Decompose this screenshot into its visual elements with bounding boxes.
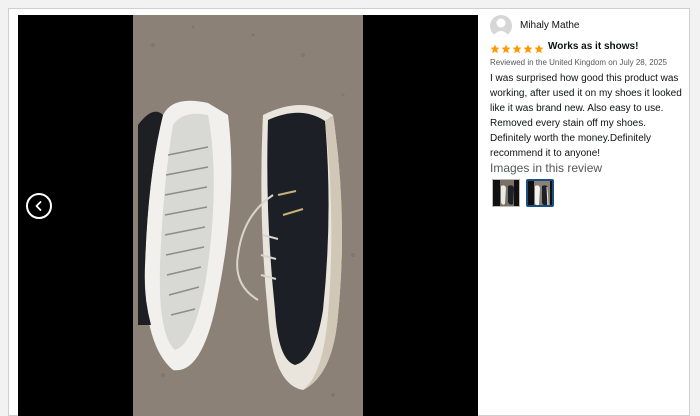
- shoes-photo-illustration: [133, 15, 363, 416]
- review-date: Reviewed in the United Kingdom on July 2…: [490, 58, 667, 67]
- review-body: I was surprised how good this product wa…: [490, 73, 682, 159]
- thumbnail-after[interactable]: [526, 179, 554, 207]
- thumbnail-before[interactable]: [492, 179, 520, 207]
- star-icon: [523, 44, 533, 54]
- chevron-left-icon: [35, 201, 42, 211]
- review-photo[interactable]: [133, 15, 363, 416]
- avatar: [490, 15, 512, 37]
- review-panel: Mihaly Mathe Works as it shows! Reviewed…: [490, 15, 682, 405]
- default-avatar-icon: [492, 18, 510, 37]
- image-viewer: [18, 15, 478, 416]
- star-rating: [490, 41, 545, 54]
- star-icon: [490, 44, 500, 54]
- sneaker-before-thumbnail: [493, 180, 519, 206]
- sneaker-after-thumbnail: [528, 181, 552, 205]
- star-icon: [512, 44, 522, 54]
- review-title: Works as it shows!: [548, 41, 639, 52]
- star-icon: [501, 44, 511, 54]
- previous-image-button[interactable]: [26, 193, 52, 219]
- star-icon: [534, 44, 544, 54]
- reviewer-name[interactable]: Mihaly Mathe: [520, 20, 579, 31]
- images-section-heading: Images in this review: [490, 161, 603, 175]
